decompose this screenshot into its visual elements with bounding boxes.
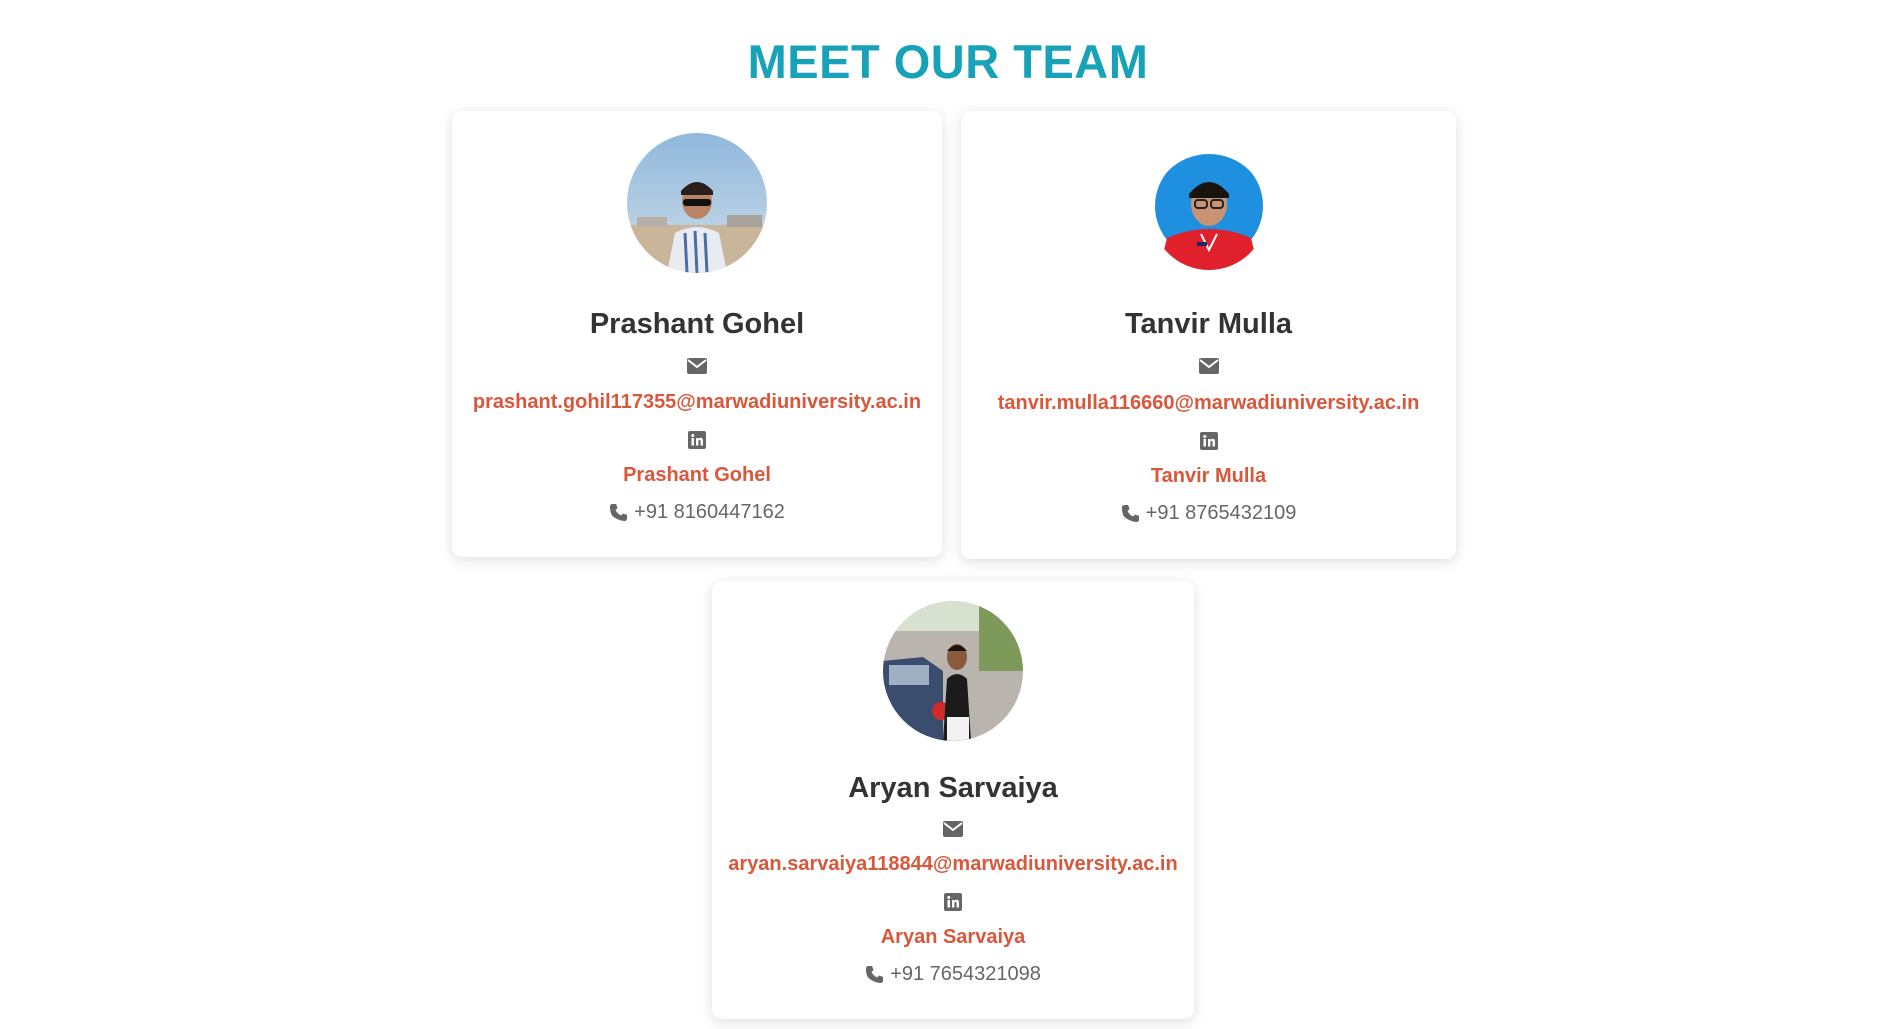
email-link[interactable]: tanvir.mulla116660@marwadiuniversity.ac.… (998, 392, 1420, 415)
linkedin-icon[interactable] (944, 893, 962, 911)
page-title: MEET OUR TEAM (747, 35, 1149, 88)
linkedin-icon[interactable] (1199, 432, 1218, 450)
phone-number: +91 8765432109 (1145, 502, 1297, 524)
linkedin-link[interactable]: Tanvir Mulla (1151, 465, 1266, 488)
avatar (1150, 154, 1267, 270)
member-name: Prashant Gohel (589, 308, 805, 340)
phone-number: +91 7654321098 (890, 963, 1041, 985)
team-member-card: Prashant Gohel prashant.gohil117355@marw… (452, 111, 942, 557)
email-link[interactable]: aryan.sarvaiya118844@marwadiuniversity.a… (728, 853, 1177, 876)
linkedin-link[interactable]: Prashant Gohel (623, 464, 771, 487)
linkedin-link[interactable]: Aryan Sarvaiya (881, 926, 1026, 949)
phone-number: +91 8160447162 (634, 501, 785, 523)
phone-icon (609, 503, 628, 522)
email-link[interactable]: prashant.gohil117355@marwadiuniversity.a… (473, 391, 921, 414)
phone-icon (1121, 504, 1140, 523)
envelope-icon (1198, 358, 1219, 374)
avatar (883, 601, 1023, 741)
member-name: Tanvir Mulla (1124, 308, 1293, 340)
phone-icon (865, 965, 884, 984)
team-member-card: Tanvir Mulla tanvir.mulla116660@marwadiu… (961, 111, 1456, 559)
envelope-icon (687, 358, 707, 374)
member-name: Aryan Sarvaiya (848, 772, 1058, 804)
avatar (627, 133, 767, 273)
linkedin-icon[interactable] (688, 431, 706, 449)
envelope-icon (943, 821, 963, 837)
team-member-card: Aryan Sarvaiya aryan.sarvaiya118844@marw… (712, 581, 1194, 1019)
